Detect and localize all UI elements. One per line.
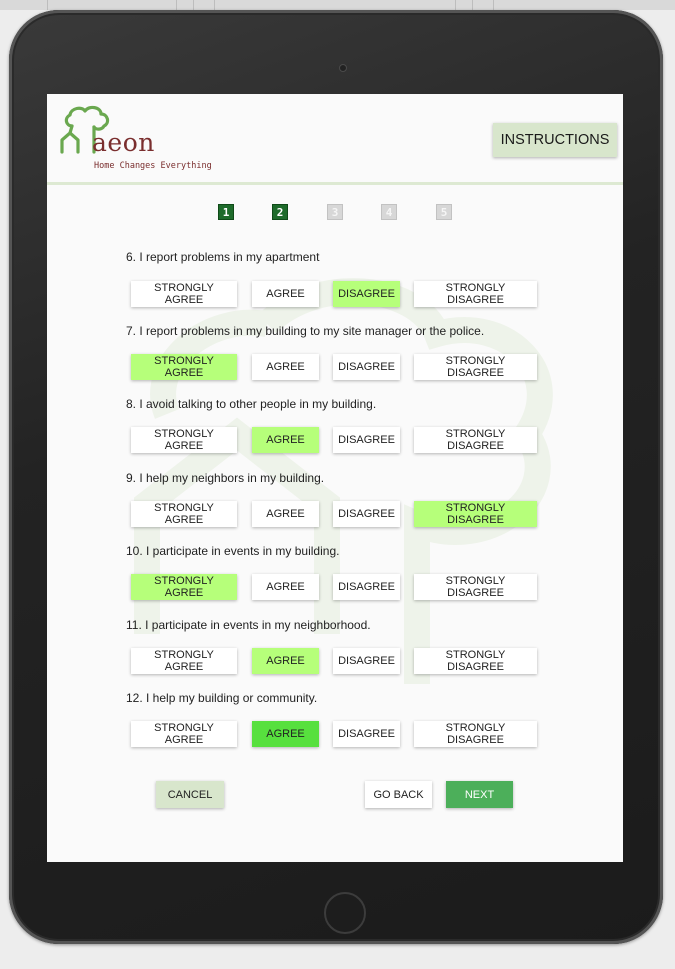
q6-strongly-agree-button[interactable]: STRONGLY AGREE — [131, 281, 237, 307]
q6-disagree-button[interactable]: DISAGREE — [333, 281, 400, 307]
question-10-label: 10. I participate in events in my buildi… — [126, 544, 340, 558]
question-7-label: 7. I report problems in my building to m… — [126, 324, 485, 338]
instructions-button[interactable]: INSTRUCTIONS — [493, 123, 617, 157]
q6-agree-button[interactable]: AGREE — [252, 281, 319, 307]
logo-tagline: Home Changes Everything — [94, 161, 212, 171]
question-6-label: 6. I report problems in my apartment — [126, 250, 320, 264]
q7-disagree-button[interactable]: DISAGREE — [333, 354, 400, 380]
logo-wordmark: aeon — [92, 128, 155, 157]
q6-strongly-disagree-button[interactable]: STRONGLY DISAGREE — [414, 281, 537, 307]
q11-strongly-disagree-button[interactable]: STRONGLY DISAGREE — [414, 648, 537, 674]
q12-strongly-agree-button[interactable]: STRONGLY AGREE — [131, 721, 237, 747]
q11-disagree-button[interactable]: DISAGREE — [333, 648, 400, 674]
q12-strongly-disagree-button[interactable]: STRONGLY DISAGREE — [414, 721, 537, 747]
question-12-label: 12. I help my building or community. — [126, 691, 318, 705]
q8-disagree-button[interactable]: DISAGREE — [333, 427, 400, 453]
q8-strongly-agree-button[interactable]: STRONGLY AGREE — [131, 427, 237, 453]
question-9-label: 9. I help my neighbors in my building. — [126, 471, 325, 485]
q12-agree-button[interactable]: AGREE — [252, 721, 319, 747]
q8-agree-button[interactable]: AGREE — [252, 427, 319, 453]
q7-strongly-disagree-button[interactable]: STRONGLY DISAGREE — [414, 354, 537, 380]
question-8-label: 8. I avoid talking to other people in my… — [126, 397, 377, 411]
step-3-indicator: 3 — [327, 204, 343, 220]
home-button[interactable] — [324, 892, 366, 934]
step-4-indicator: 4 — [381, 204, 397, 220]
app-header: aeon Home Changes Everything INSTRUCTION… — [47, 94, 623, 185]
q11-agree-button[interactable]: AGREE — [252, 648, 319, 674]
cancel-button[interactable]: CANCEL — [156, 781, 224, 808]
q9-agree-button[interactable]: AGREE — [252, 501, 319, 527]
next-button[interactable]: NEXT — [446, 781, 513, 808]
step-1-indicator[interactable]: 1 — [218, 204, 234, 220]
q11-strongly-agree-button[interactable]: STRONGLY AGREE — [131, 648, 237, 674]
camera-icon — [339, 64, 347, 72]
browser-top-strip — [0, 0, 675, 10]
go-back-button[interactable]: GO BACK — [365, 781, 432, 808]
progress-steps: 1 2 3 4 5 — [47, 204, 623, 220]
q10-strongly-agree-button[interactable]: STRONGLY AGREE — [131, 574, 237, 600]
q12-disagree-button[interactable]: DISAGREE — [333, 721, 400, 747]
q8-strongly-disagree-button[interactable]: STRONGLY DISAGREE — [414, 427, 537, 453]
q10-strongly-disagree-button[interactable]: STRONGLY DISAGREE — [414, 574, 537, 600]
q7-strongly-agree-button[interactable]: STRONGLY AGREE — [131, 354, 237, 380]
step-2-indicator[interactable]: 2 — [272, 204, 288, 220]
q9-disagree-button[interactable]: DISAGREE — [333, 501, 400, 527]
q9-strongly-agree-button[interactable]: STRONGLY AGREE — [131, 501, 237, 527]
q9-strongly-disagree-button[interactable]: STRONGLY DISAGREE — [414, 501, 537, 527]
q10-agree-button[interactable]: AGREE — [252, 574, 319, 600]
step-5-indicator: 5 — [436, 204, 452, 220]
q7-agree-button[interactable]: AGREE — [252, 354, 319, 380]
question-11-label: 11. I participate in events in my neighb… — [126, 618, 371, 632]
q10-disagree-button[interactable]: DISAGREE — [333, 574, 400, 600]
app-screen: aeon Home Changes Everything INSTRUCTION… — [47, 94, 623, 862]
